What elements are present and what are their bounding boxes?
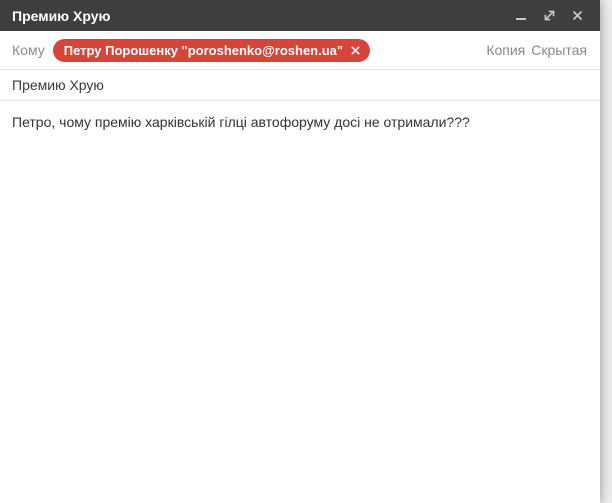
message-body-editor[interactable]: Петро, чому премію харківській гілці авт… bbox=[0, 101, 600, 503]
window-controls bbox=[514, 9, 584, 23]
subject-row bbox=[0, 70, 600, 101]
close-button[interactable] bbox=[570, 9, 584, 23]
message-text: Петро, чому премію харківській гілці авт… bbox=[12, 114, 470, 130]
subject-input[interactable] bbox=[12, 77, 588, 93]
remove-recipient-icon bbox=[351, 45, 360, 55]
minimize-button[interactable] bbox=[514, 9, 528, 23]
recipient-chip-label: Петру Порошенку "poroshenko@roshen.ua" bbox=[63, 42, 344, 58]
remove-recipient-button[interactable] bbox=[350, 45, 361, 56]
expand-icon bbox=[544, 10, 554, 21]
compose-window: Премию Хрую Кому Петру Порошенку "porosh… bbox=[0, 0, 600, 503]
compose-titlebar[interactable]: Премию Хрую bbox=[0, 0, 600, 31]
bcc-link[interactable]: Скрытая bbox=[531, 42, 587, 58]
recipients-row: Кому Петру Порошенку "poroshenko@roshen.… bbox=[0, 31, 600, 70]
close-icon bbox=[572, 10, 582, 21]
minimize-icon bbox=[516, 18, 526, 20]
cc-bcc-links: Копия Скрытая bbox=[486, 42, 587, 58]
to-label: Кому bbox=[12, 42, 45, 58]
window-title: Премию Хрую bbox=[12, 7, 111, 24]
cc-link[interactable]: Копия bbox=[486, 42, 525, 58]
expand-button[interactable] bbox=[542, 9, 556, 23]
recipient-chip[interactable]: Петру Порошенку "poroshenko@roshen.ua" bbox=[52, 38, 371, 62]
